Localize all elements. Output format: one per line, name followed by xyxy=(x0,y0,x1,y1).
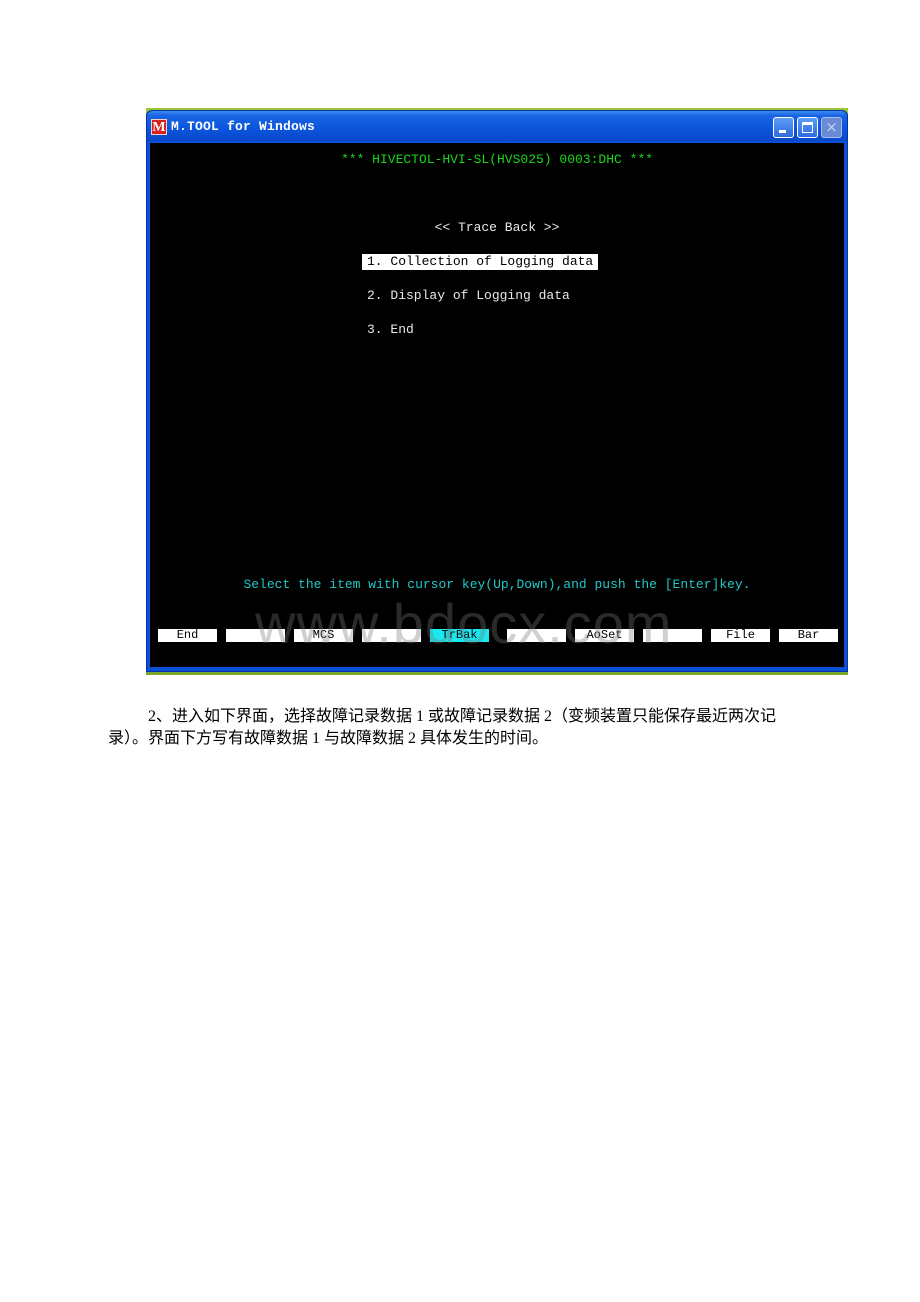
fkey-end[interactable]: End xyxy=(158,629,217,642)
terminal-screen: *** HIVECTOL-HVI-SL(HVS025) 0003:DHC ***… xyxy=(150,143,844,667)
maximize-icon xyxy=(802,122,813,133)
maximize-button[interactable] xyxy=(797,117,818,138)
app-window: M M.TOOL for Windows × *** HIVECTOL-HVI-… xyxy=(146,110,848,672)
screenshot-image: M M.TOOL for Windows × *** HIVECTOL-HVI-… xyxy=(146,108,848,675)
close-icon: × xyxy=(825,118,838,136)
close-button[interactable]: × xyxy=(821,117,842,138)
device-header: *** HIVECTOL-HVI-SL(HVS025) 0003:DHC *** xyxy=(340,152,654,167)
menu-item-display[interactable]: 2. Display of Logging data xyxy=(362,288,575,304)
minimize-icon xyxy=(779,130,786,133)
fkey-bar[interactable]: Bar xyxy=(779,629,838,642)
fkey-file[interactable]: File xyxy=(711,629,770,642)
document-paragraph: 2、进入如下界面，选择故障记录数据 1 或故障记录数据 2（变频装置只能保存最近… xyxy=(108,708,777,747)
menu-title: << Trace Back >> xyxy=(434,220,560,235)
menu-item-collection[interactable]: 1. Collection of Logging data xyxy=(362,254,599,270)
app-logo-icon: M xyxy=(151,119,167,135)
instruction-hint: Select the item with cursor key(Up,Down)… xyxy=(243,577,751,592)
watermark-text: www.bdocx.com xyxy=(255,592,673,655)
minimize-button[interactable] xyxy=(773,117,794,138)
menu-item-end[interactable]: 3. End xyxy=(362,322,419,338)
window-title: M.TOOL for Windows xyxy=(171,119,316,134)
title-bar[interactable]: M M.TOOL for Windows × xyxy=(147,111,847,141)
